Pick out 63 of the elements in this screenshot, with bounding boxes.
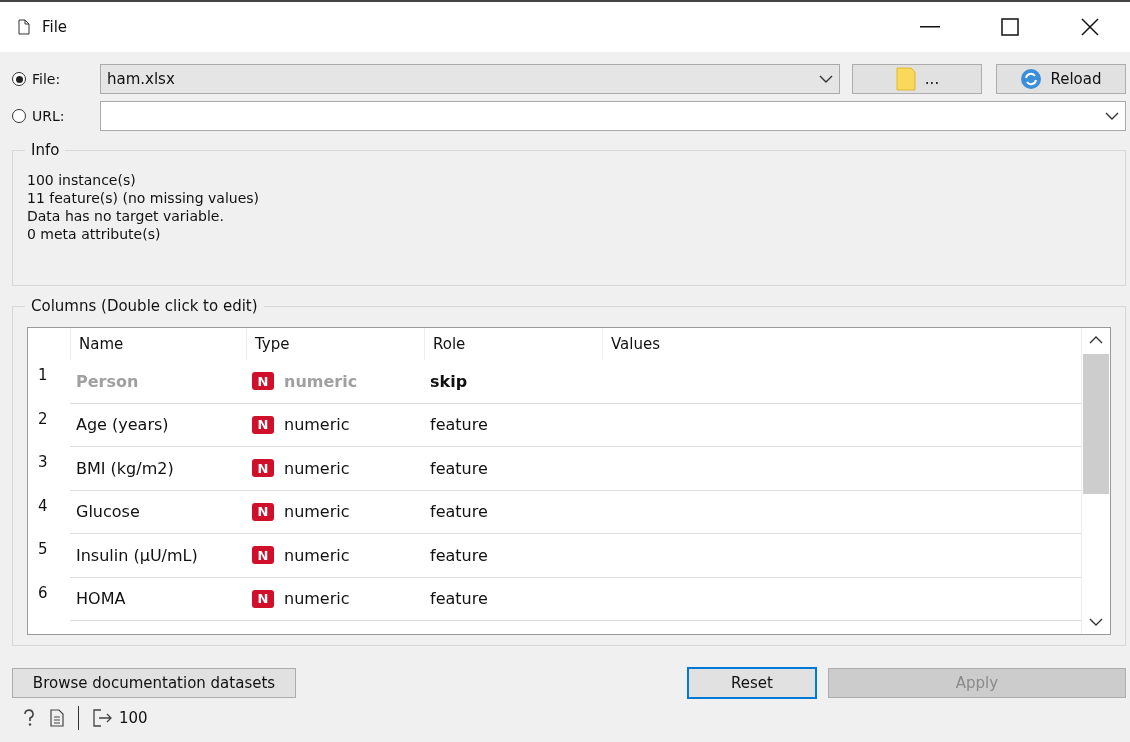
output-icon [93,709,113,727]
url-field[interactable] [100,101,1126,131]
column-header[interactable]: Name [70,328,246,360]
table-cell: numeric [284,371,358,391]
column-header[interactable]: Type [246,328,424,360]
chevron-down-icon [1089,618,1103,626]
table-cell: feature [424,534,602,578]
type-badge: N [252,372,274,391]
info-text: Data has no target variable. [27,207,225,225]
type-badge: N [252,415,274,434]
chevron-down-icon [819,75,833,83]
row-number: 6 [37,582,49,604]
chevron-down-icon [1105,112,1119,120]
output-count: 100 [119,709,148,727]
column-header[interactable]: Role [424,328,602,360]
type-badge: N [252,546,274,565]
table-cell: Person [70,360,246,404]
table-cell: feature [424,577,602,621]
action-button[interactable]: Reset [688,668,816,698]
row-number: 1 [37,365,49,386]
table-cell: feature [424,403,602,447]
source-radio[interactable]: URL: [12,108,92,124]
type-badge: N [252,459,274,478]
action-button[interactable]: Browse documentation datasets [12,668,296,698]
report-icon[interactable] [50,709,64,727]
browse-button[interactable]: ... [852,64,982,94]
refresh-icon [1020,68,1043,90]
minimize-icon [920,26,940,28]
reload-button[interactable]: Reload [996,64,1126,94]
table-cell: Glucose [70,490,246,534]
info-text: 11 feature(s) (no missing values) [27,189,261,207]
table-cell: numeric [284,589,350,609]
chevron-up-icon [1089,336,1103,344]
document-icon [18,19,30,35]
table-cell: BMI (kg/m2) [70,447,246,491]
window-title: File [42,18,69,36]
maximize-icon [1001,18,1019,36]
help-icon[interactable] [22,709,36,727]
source-radio[interactable]: File: [12,71,92,87]
table-cell: skip [424,360,602,404]
row-number: 3 [37,452,49,473]
table-cell: Insulin (µU/mL) [70,534,246,578]
type-badge: N [252,589,274,608]
scrollbar[interactable] [1081,328,1110,634]
file-dropdown[interactable]: ham.xlsx [100,64,840,94]
table-cell: numeric [284,458,350,478]
table-cell: numeric [284,415,350,435]
table-cell: feature [424,490,602,534]
close-icon [1081,18,1099,36]
row-number: 2 [37,408,49,430]
table-cell: numeric [284,545,350,565]
folder-icon [894,67,917,91]
table-cell: HOMA [70,577,246,621]
row-number: 5 [37,539,49,560]
type-badge: N [252,502,274,521]
column-header[interactable]: Values [602,328,1081,360]
info-text: 100 instance(s) [27,171,137,189]
table-cell: Age (years) [70,403,246,447]
row-number: 4 [37,495,49,517]
columns-title: Columns (Double click to edit) [25,297,264,315]
table-cell: numeric [284,502,350,522]
table-cell: feature [424,447,602,491]
info-text: 0 meta attribute(s) [27,225,162,243]
